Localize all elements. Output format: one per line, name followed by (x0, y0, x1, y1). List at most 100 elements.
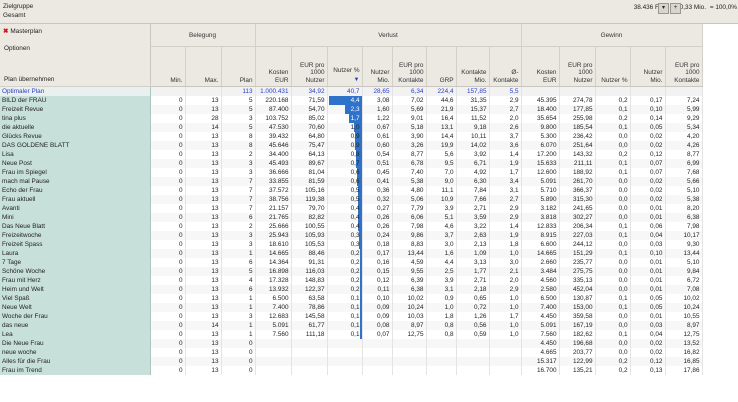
table-row[interactable]: Heim und Welt 0 13 6 13.932 122,37 0,2 0,11 6,38… (0, 285, 703, 294)
row-title[interactable]: Heim und Welt (0, 285, 151, 294)
row-title[interactable]: Frau im Trend (0, 366, 151, 375)
table-cell[interactable]: 7 (221, 177, 256, 186)
column-header[interactable]: Nutzer % ▼ (327, 46, 363, 87)
table-cell[interactable]: 0 (150, 303, 186, 312)
table-cell[interactable]: 0 (150, 159, 186, 168)
table-cell[interactable]: 8 (221, 132, 256, 141)
table-cell[interactable]: 0 (150, 114, 186, 123)
table-row[interactable]: Neue Post 0 13 3 45.493 89,67 0,7 0,51 6,78 9,5 6,… (0, 159, 703, 168)
table-row[interactable]: mach mal Pause 0 13 7 33.855 81,59 0,6 0,41 5,38… (0, 177, 703, 186)
table-cell[interactable]: 13 (185, 105, 222, 114)
table-cell[interactable]: 13 (185, 267, 222, 276)
row-title[interactable]: Laura (0, 249, 151, 258)
column-header[interactable]: EUR pro 1000 Kontakte (392, 46, 427, 87)
table-row[interactable]: Frau mit Herz 0 13 4 17.328 148,83 0,2 0,12 6,39… (0, 276, 703, 285)
row-title[interactable]: die aktuelle (0, 123, 151, 132)
table-cell[interactable]: 13 (185, 330, 222, 339)
table-cell[interactable]: 0 (150, 105, 186, 114)
table-row[interactable]: Freizeit Revue 0 13 5 87.400 54,70 2,3 1,60 5,69… (0, 105, 703, 114)
table-cell[interactable]: 6 (221, 285, 256, 294)
table-cell[interactable]: 0 (221, 339, 256, 348)
table-cell[interactable]: 4 (221, 276, 256, 285)
column-header[interactable]: Plan (221, 46, 256, 87)
table-cell[interactable]: 0 (150, 330, 186, 339)
column-header[interactable]: GRP (426, 46, 457, 87)
table-cell[interactable]: 0 (150, 339, 186, 348)
row-title[interactable]: BILD der FRAU (0, 96, 151, 105)
table-cell[interactable]: 3 (221, 159, 256, 168)
table-cell[interactable]: 0 (221, 348, 256, 357)
row-title[interactable]: Optimaler Plan (0, 86, 151, 96)
table-cell[interactable]: 13 (185, 186, 222, 195)
table-cell[interactable]: 0 (150, 312, 186, 321)
table-row[interactable]: Frau im Trend 0 13 0 16.700 135,21 0,2 0,13 17,8… (0, 366, 703, 375)
table-cell[interactable]: 0 (150, 276, 186, 285)
row-title[interactable]: Lea (0, 330, 151, 339)
table-row[interactable]: 7 Tage 0 13 6 14.364 91,31 0,2 0,16 4,59 4,4 3,13 3… (0, 258, 703, 267)
sort-desc-icon[interactable]: ▼ (354, 77, 360, 83)
row-title[interactable]: Frau im Spiegel (0, 168, 151, 177)
table-cell[interactable]: 5 (221, 267, 256, 276)
column-header[interactable]: Nutzer Mio. (630, 46, 666, 87)
table-cell[interactable]: 0 (150, 240, 186, 249)
table-row[interactable]: Laura 0 13 1 14.665 88,46 0,2 0,17 13,44 1,6 1,09 1… (0, 249, 703, 258)
row-title[interactable]: Viel Spaß (0, 294, 151, 303)
table-cell[interactable]: 28 (185, 114, 222, 123)
table-cell[interactable]: 13 (185, 285, 222, 294)
table-cell[interactable]: 0 (150, 285, 186, 294)
add-icon[interactable]: + (670, 3, 681, 14)
table-cell[interactable]: 13 (185, 204, 222, 213)
column-header[interactable]: Ø-Kontakte (489, 46, 522, 87)
table-cell[interactable]: 13 (185, 141, 222, 150)
column-header[interactable]: EUR pro 1000 Kontakte (665, 46, 703, 87)
row-title[interactable]: Das Neue Blatt (0, 222, 151, 231)
table-cell[interactable]: 8 (221, 141, 256, 150)
table-row[interactable]: Die Neue Frau 0 13 0 4.450 196,68 0,0 0,02 13,52 (0, 339, 703, 348)
table-cell[interactable]: 13 (185, 96, 222, 105)
table-row[interactable]: Echo der Frau 0 13 7 37.572 105,16 0,5 0,36 4,80… (0, 186, 703, 195)
table-cell[interactable]: 113 (221, 86, 256, 96)
table-cell[interactable]: 14 (185, 321, 222, 330)
column-header[interactable]: Min. (150, 46, 186, 87)
table-cell[interactable] (150, 86, 186, 96)
table-cell[interactable]: 13 (185, 294, 222, 303)
masterplan-button[interactable]: ✖ Masterplan (3, 27, 42, 35)
table-cell[interactable]: 0 (150, 213, 186, 222)
table-cell[interactable]: 13 (185, 303, 222, 312)
row-title[interactable]: neue woche (0, 348, 151, 357)
table-cell[interactable]: 0 (150, 132, 186, 141)
table-cell[interactable]: 0 (150, 348, 186, 357)
row-title[interactable]: Die Neue Frau (0, 339, 151, 348)
column-header[interactable]: EUR pro 1000 Nutzer (559, 46, 596, 87)
row-title[interactable]: Frau aktuell (0, 195, 151, 204)
table-cell[interactable]: 3 (221, 231, 256, 240)
table-cell[interactable]: 14 (185, 123, 222, 132)
table-cell[interactable]: 7 (221, 204, 256, 213)
table-cell[interactable]: 1 (221, 330, 256, 339)
table-row[interactable]: Glücks Revue 0 13 8 39.432 64,80 0,9 0,61 3,90 14… (0, 132, 703, 141)
table-cell[interactable]: 0 (150, 168, 186, 177)
row-title[interactable]: Frau mit Herz (0, 276, 151, 285)
table-cell[interactable]: 13 (185, 249, 222, 258)
column-header[interactable]: Kosten EUR (255, 46, 292, 87)
row-title[interactable]: Woche der Frau (0, 312, 151, 321)
table-cell[interactable]: 1 (221, 321, 256, 330)
row-title[interactable]: Schöne Woche (0, 267, 151, 276)
table-row[interactable]: Lea 0 13 1 7.560 111,18 0,1 0,07 12,75 0,8 0,59 1,0… (0, 330, 703, 339)
table-cell[interactable]: 13 (185, 132, 222, 141)
table-cell[interactable]: 0 (221, 366, 256, 375)
table-cell[interactable]: 0 (150, 231, 186, 240)
table-cell[interactable]: 3 (221, 168, 256, 177)
table-cell[interactable]: 3 (221, 114, 256, 123)
column-header[interactable]: Max. (185, 46, 222, 87)
table-cell[interactable]: 0 (150, 96, 186, 105)
table-cell[interactable]: 0 (150, 186, 186, 195)
table-cell[interactable]: 0 (150, 141, 186, 150)
table-cell[interactable]: 0 (150, 357, 186, 366)
table-row[interactable]: Freizeit Spass 0 13 3 18.610 105,53 0,3 0,18 8,8… (0, 240, 703, 249)
table-cell[interactable]: 7 (221, 186, 256, 195)
table-cell[interactable]: 13 (185, 240, 222, 249)
row-title[interactable]: das neue (0, 321, 151, 330)
row-title[interactable]: tina plus (0, 114, 151, 123)
table-cell[interactable]: 5 (221, 96, 256, 105)
